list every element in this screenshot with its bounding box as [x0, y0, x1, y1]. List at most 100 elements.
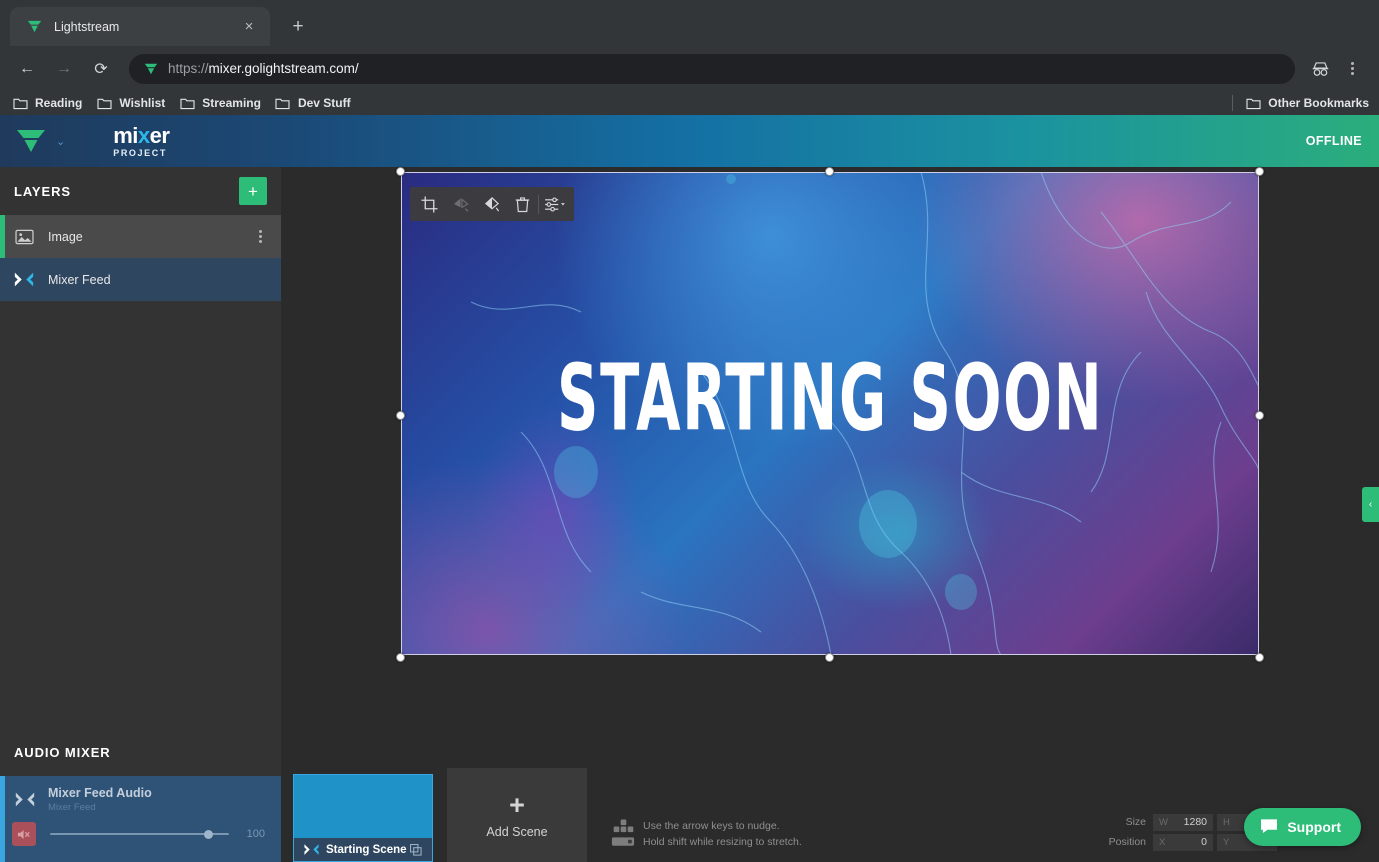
audio-channel-text: Mixer Feed Audio Mixer Feed [48, 786, 152, 813]
selected-layer-wrapper[interactable]: STARTING SOON [401, 172, 1259, 655]
url-text: https://mixer.golightstream.com/ [168, 61, 359, 76]
hint-nudge: Use the arrow keys to nudge. [611, 818, 802, 834]
width-field[interactable]: W 1280 [1153, 814, 1213, 831]
kebab-menu-icon[interactable] [1337, 54, 1367, 84]
hint-stretch-text: Hold shift while resizing to stretch. [643, 834, 802, 850]
brand-menu[interactable]: ⌄ [0, 127, 65, 155]
resize-handle-bottom-center[interactable] [825, 653, 834, 662]
incognito-icon[interactable] [1305, 54, 1335, 84]
app-body: LAYERS + Image Mixer Feed AUDIO MIXER [0, 167, 1379, 862]
folder-icon [1245, 95, 1261, 111]
audio-channel-header: Mixer Feed Audio Mixer Feed [0, 786, 281, 813]
folder-icon [12, 95, 28, 111]
url-scheme: https:// [168, 61, 209, 76]
app-header: ⌄ mixer PROJECT OFFLINE [0, 115, 1379, 167]
layer-label: Image [48, 230, 247, 244]
browser-tab[interactable]: Lightstream × [10, 7, 270, 46]
close-icon[interactable]: × [238, 16, 260, 38]
bookmark-label: Dev Stuff [298, 96, 351, 110]
size-label: Size [1107, 816, 1153, 828]
scene-label: Starting Scene [326, 844, 408, 856]
arrow-keys-icon [611, 819, 635, 833]
height-key: H [1223, 817, 1230, 828]
bookmarks-bar: Reading Wishlist Streaming Dev Stuff Oth… [0, 91, 1379, 115]
canvas-preview[interactable]: STARTING SOON [401, 172, 1259, 655]
trash-icon[interactable] [507, 189, 538, 219]
site-favicon-icon [143, 61, 158, 76]
project-name-part1: mi [113, 123, 138, 148]
toolbar-right [1305, 54, 1367, 84]
volume-value: 100 [237, 828, 281, 840]
bookmark-item[interactable]: Dev Stuff [275, 95, 351, 111]
left-panel: LAYERS + Image Mixer Feed AUDIO MIXER [0, 167, 281, 862]
new-tab-button[interactable]: + [284, 13, 312, 41]
other-bookmarks[interactable]: Other Bookmarks [1232, 95, 1369, 111]
duplicate-icon[interactable] [408, 844, 424, 856]
bookmark-label: Reading [35, 96, 82, 110]
reload-icon[interactable]: ⟳ [86, 54, 116, 84]
chat-bubble-icon [1260, 818, 1278, 837]
volume-slider[interactable] [50, 828, 229, 840]
width-key: W [1159, 817, 1168, 828]
layer-label: Mixer Feed [48, 273, 281, 287]
add-scene-button[interactable]: + Add Scene [447, 768, 587, 862]
project-subtitle: PROJECT [113, 149, 169, 158]
audio-mixer-header: AUDIO MIXER [0, 729, 281, 776]
kebab-menu-icon[interactable] [247, 230, 273, 243]
bookmark-item[interactable]: Wishlist [96, 95, 165, 111]
project-name-x: x [138, 123, 150, 148]
canvas-stage: STARTING SOON [281, 167, 1379, 862]
resize-handle-middle-right[interactable] [1255, 411, 1264, 420]
support-label: Support [1287, 819, 1341, 835]
browser-chrome: Lightstream × + ← → ⟳ https://mixer.goli… [0, 0, 1379, 115]
flip-horizontal-icon[interactable] [445, 189, 476, 219]
project-logo: mixer PROJECT [113, 125, 169, 158]
lightstream-logo-icon [26, 18, 43, 35]
bookmark-label: Streaming [202, 96, 261, 110]
x-field[interactable]: X 0 [1153, 834, 1213, 851]
resize-handle-bottom-left[interactable] [396, 653, 405, 662]
add-scene-label: Add Scene [486, 825, 547, 839]
collapse-panel-button[interactable]: ‹ [1362, 487, 1379, 522]
browser-toolbar: ← → ⟳ https://mixer.golightstream.com/ [0, 46, 1379, 91]
back-icon[interactable]: ← [12, 54, 42, 84]
sliders-icon[interactable] [539, 189, 570, 219]
audio-channel[interactable]: Mixer Feed Audio Mixer Feed 100 [0, 776, 281, 862]
resize-handle-middle-left[interactable] [396, 411, 405, 420]
x-value: 0 [1165, 836, 1207, 848]
audio-channel-subtitle: Mixer Feed [48, 802, 152, 813]
flip-vertical-icon[interactable] [476, 189, 507, 219]
layer-row-image[interactable]: Image [0, 215, 281, 258]
chevron-down-icon[interactable]: ⌄ [56, 135, 65, 148]
layer-row-mixer-feed[interactable]: Mixer Feed [0, 258, 281, 301]
forward-icon[interactable]: → [49, 54, 79, 84]
divider [1232, 95, 1233, 111]
slider-handle[interactable] [204, 830, 213, 839]
bookmark-label: Wishlist [119, 96, 165, 110]
status-badge: OFFLINE [1306, 134, 1362, 148]
scenes-bar: Starting Scene + Add Scene [293, 740, 587, 862]
lightstream-logo-icon [14, 127, 48, 155]
scene-item[interactable]: Starting Scene [293, 774, 433, 862]
resize-handle-top-left[interactable] [396, 167, 405, 176]
image-icon [12, 225, 36, 249]
resize-handle-top-right[interactable] [1255, 167, 1264, 176]
scene-thumbnail[interactable] [293, 774, 433, 838]
add-layer-button[interactable]: + [239, 177, 267, 205]
hint-nudge-text: Use the arrow keys to nudge. [643, 818, 780, 834]
layers-header: LAYERS + [0, 167, 281, 215]
muted-speaker-icon[interactable] [12, 822, 36, 846]
layer-floating-toolbar [410, 187, 574, 221]
address-bar[interactable]: https://mixer.golightstream.com/ [129, 54, 1295, 84]
mixer-logo-icon [12, 268, 36, 292]
resize-handle-bottom-right[interactable] [1255, 653, 1264, 662]
audio-channel-name: Mixer Feed Audio [48, 786, 152, 800]
crop-icon[interactable] [414, 189, 445, 219]
support-button[interactable]: Support [1244, 808, 1361, 846]
other-bookmarks-label: Other Bookmarks [1268, 96, 1369, 110]
resize-handle-top-center[interactable] [825, 167, 834, 176]
folder-icon [96, 95, 112, 111]
bookmark-item[interactable]: Reading [12, 95, 82, 111]
audio-mixer-section: AUDIO MIXER Mixer Feed Audio Mixer Feed [0, 729, 281, 862]
bookmark-item[interactable]: Streaming [179, 95, 261, 111]
